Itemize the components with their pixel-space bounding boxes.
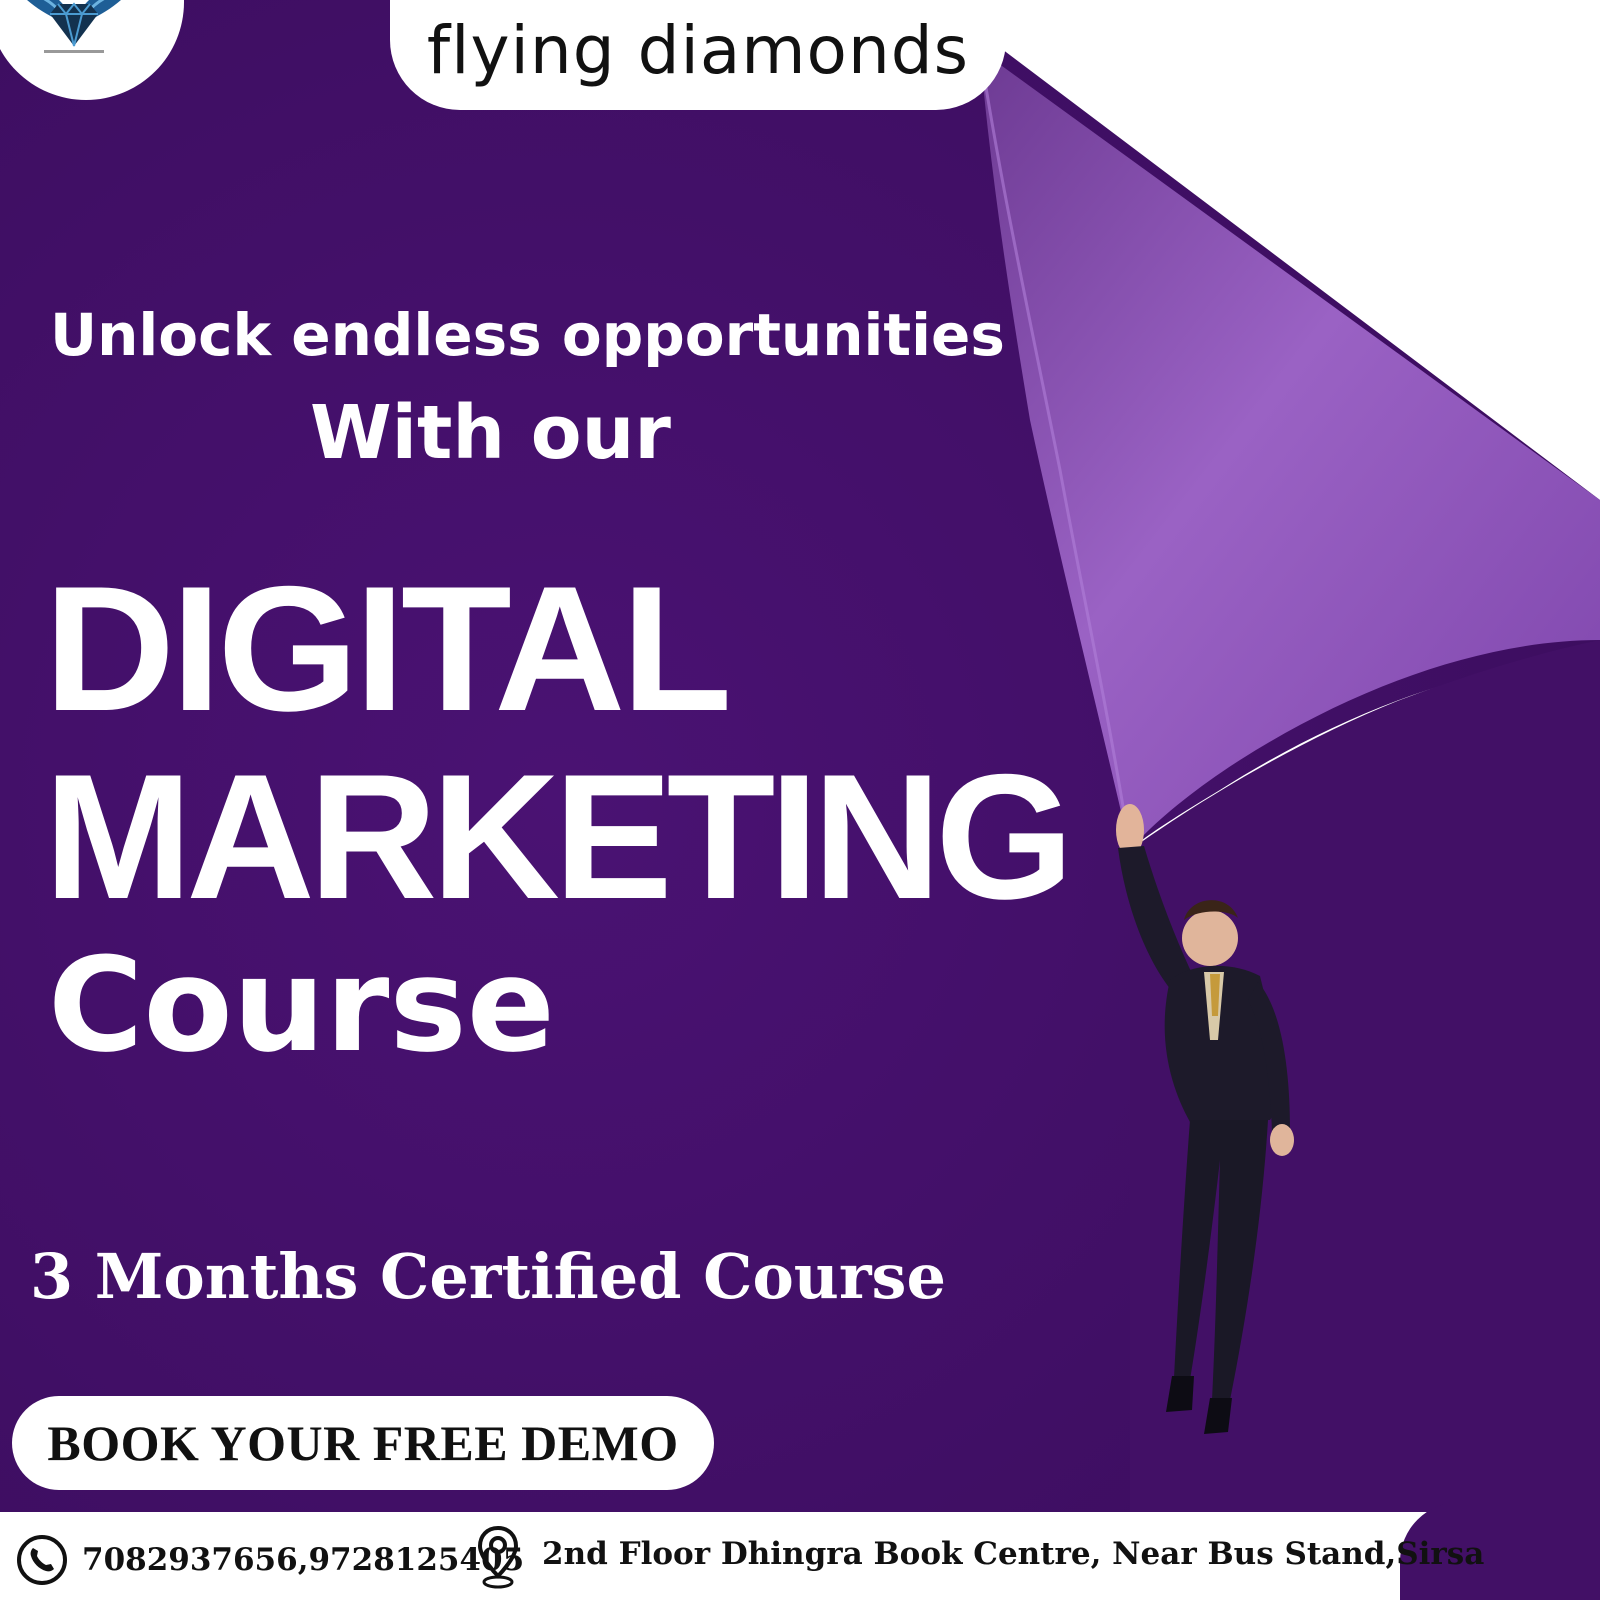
book-free-demo-label: BOOK YOUR FREE DEMO <box>47 1414 678 1472</box>
brand-name: flying diamonds <box>427 18 969 84</box>
course-title-marketing: MARKETING <box>44 748 1068 926</box>
phone-numbers[interactable]: 7082937656,9728125405 <box>82 1542 524 1578</box>
poster: flying diamonds Unlock endless opportuni… <box>0 0 1600 1600</box>
winged-diamond-logo-icon <box>4 0 144 58</box>
headline-line-2: With our <box>310 396 671 470</box>
businessman-figure <box>1100 800 1350 1440</box>
headline-line-1: Unlock endless opportunities <box>50 306 1005 364</box>
course-title-course: Course <box>48 940 555 1070</box>
brand-name-pill: flying diamonds <box>390 0 1006 110</box>
book-free-demo-button[interactable]: BOOK YOUR FREE DEMO <box>12 1396 714 1490</box>
phone-icon <box>16 1534 68 1586</box>
map-pin-icon <box>476 1524 520 1590</box>
course-duration: 3 Months Certified Course <box>30 1246 946 1308</box>
address: 2nd Floor Dhingra Book Centre, Near Bus … <box>542 1536 1484 1572</box>
course-title-digital: DIGITAL <box>44 560 728 738</box>
contact-bar: 7082937656,9728125405 2nd Floor Dhingra … <box>0 1512 1600 1600</box>
